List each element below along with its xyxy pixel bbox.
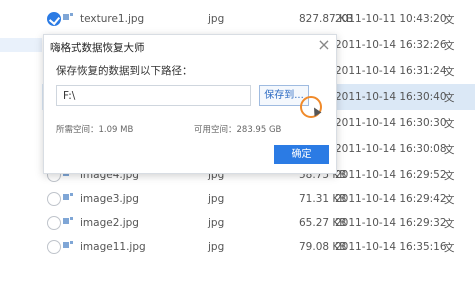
file-date: 2011-10-14 16:31:24 xyxy=(335,65,447,77)
table-row[interactable]: image2.jpg jpg 65.27 KB 2011-10-14 16:29… xyxy=(42,210,475,236)
file-date: 2011-10-11 10:43:20 xyxy=(335,13,447,25)
file-name: texture1.jpg xyxy=(80,13,145,25)
dialog-title: 嗨格式数据恢复大师 xyxy=(50,42,145,54)
save-path-input[interactable] xyxy=(56,85,251,106)
recovery-window: texture1.jpg jpg 827.87 KB 2011-10-11 10… xyxy=(0,0,475,288)
file-extra: 文 xyxy=(444,217,455,230)
row-checkbox[interactable] xyxy=(47,12,61,26)
file-extra: 文 xyxy=(444,65,455,78)
file-date: 2011-10-14 16:35:16 xyxy=(335,241,447,253)
file-extra: 文 xyxy=(444,241,455,254)
file-name: image2.jpg xyxy=(80,217,139,229)
file-date: 2011-10-14 16:29:32 xyxy=(335,217,447,229)
image-file-icon xyxy=(63,193,73,200)
file-date: 2011-10-14 16:32:26 xyxy=(335,39,447,51)
row-checkbox[interactable] xyxy=(47,240,61,254)
file-extra: 文 xyxy=(444,13,455,26)
file-type: jpg xyxy=(208,241,225,253)
required-space-text: 所需空间：1.09 MB xyxy=(56,125,134,135)
file-date: 2011-10-14 16:30:30 xyxy=(335,117,447,129)
file-date: 2011-10-14 16:30:40 xyxy=(335,91,447,103)
file-name: image11.jpg xyxy=(80,241,146,253)
left-panel-highlight xyxy=(0,38,42,52)
file-date: 2011-10-14 16:30:08 xyxy=(335,143,447,155)
file-type: jpg xyxy=(208,193,225,205)
table-row[interactable]: image11.jpg jpg 79.08 KB 2011-10-14 16:3… xyxy=(42,234,475,260)
file-date: 2011-10-14 16:29:42 xyxy=(335,193,447,205)
save-path-dialog: 嗨格式数据恢复大师 × 保存恢复的数据到以下路径： 保存到... 所需空间：1.… xyxy=(43,34,337,174)
image-file-icon xyxy=(63,13,73,20)
row-checkbox[interactable] xyxy=(47,216,61,230)
save-path-label: 保存恢复的数据到以下路径： xyxy=(56,65,193,77)
available-space-text: 可用空间：283.95 GB xyxy=(194,125,282,135)
file-date: 2011-10-14 16:29:52 xyxy=(335,169,447,181)
file-name: image3.jpg xyxy=(80,193,139,205)
file-extra: 文 xyxy=(444,169,455,182)
file-extra: 文 xyxy=(444,39,455,52)
image-file-icon xyxy=(63,217,73,224)
file-type: jpg xyxy=(208,13,225,25)
confirm-button[interactable]: 确定 xyxy=(274,145,329,164)
file-extra: 文 xyxy=(444,91,455,104)
file-extra: 文 xyxy=(444,193,455,206)
close-icon[interactable]: × xyxy=(316,37,332,53)
bottom-blank-area xyxy=(0,265,475,288)
image-file-icon xyxy=(63,241,73,248)
file-extra: 文 xyxy=(444,117,455,130)
row-checkbox[interactable] xyxy=(47,192,61,206)
file-type: jpg xyxy=(208,217,225,229)
file-extra: 文 xyxy=(444,143,455,156)
table-row[interactable]: image3.jpg jpg 71.31 KB 2011-10-14 16:29… xyxy=(42,186,475,212)
table-row[interactable]: texture1.jpg jpg 827.87 KB 2011-10-11 10… xyxy=(42,6,475,32)
